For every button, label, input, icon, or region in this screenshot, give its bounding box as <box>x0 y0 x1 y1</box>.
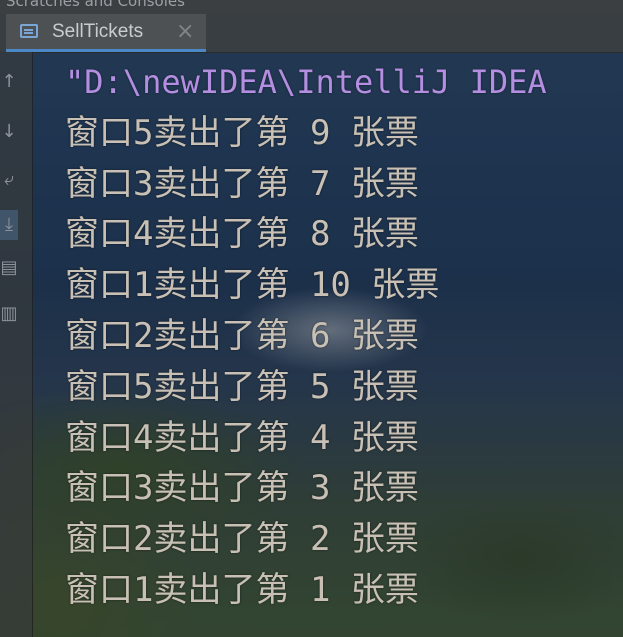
run-tab-bar: SellTickets × <box>0 14 623 53</box>
output-line: 窗口4卖出了第 4 张票 <box>65 417 419 458</box>
output-line: 窗口2卖出了第 6 张票 <box>65 315 419 356</box>
arrow-down-icon[interactable]: ↓ <box>0 122 18 142</box>
output-line: 窗口1卖出了第 1 张票 <box>65 569 419 610</box>
output-line: 窗口5卖出了第 9 张票 <box>65 112 419 153</box>
output-line: 窗口3卖出了第 7 张票 <box>65 163 419 204</box>
arrow-up-icon[interactable]: ↑ <box>0 72 18 92</box>
tab-title: SellTickets <box>52 21 144 42</box>
close-icon[interactable]: × <box>176 19 194 44</box>
console-output[interactable]: "D:\newIDEA\IntelliJ IDEA 窗口5卖出了第 9 张票 窗… <box>65 57 623 616</box>
print-icon[interactable]: ▤ <box>0 258 18 278</box>
output-line: 窗口3卖出了第 3 张票 <box>65 468 419 509</box>
console-icon <box>20 24 38 38</box>
output-line: 窗口1卖出了第 10 张票 <box>65 265 440 306</box>
output-line: 窗口5卖出了第 5 张票 <box>65 366 419 407</box>
scroll-to-end-icon[interactable]: ⤓ <box>0 210 18 240</box>
scratches-label: Scratches and Consoles <box>6 0 185 10</box>
output-line: 窗口2卖出了第 2 张票 <box>65 519 419 560</box>
output-line: 窗口4卖出了第 8 张票 <box>65 214 419 255</box>
command-line: "D:\newIDEA\IntelliJ IDEA <box>65 63 547 101</box>
tab-selltickets[interactable]: SellTickets × <box>6 14 206 52</box>
console-toolbar: ↑ ↓ ⤶ ⤓ ▤ ▥ <box>0 52 33 637</box>
trash-icon[interactable]: ▥ <box>0 304 18 324</box>
tool-window-header-strip: Scratches and Consoles <box>0 0 623 14</box>
soft-wrap-icon[interactable]: ⤶ <box>0 170 18 190</box>
